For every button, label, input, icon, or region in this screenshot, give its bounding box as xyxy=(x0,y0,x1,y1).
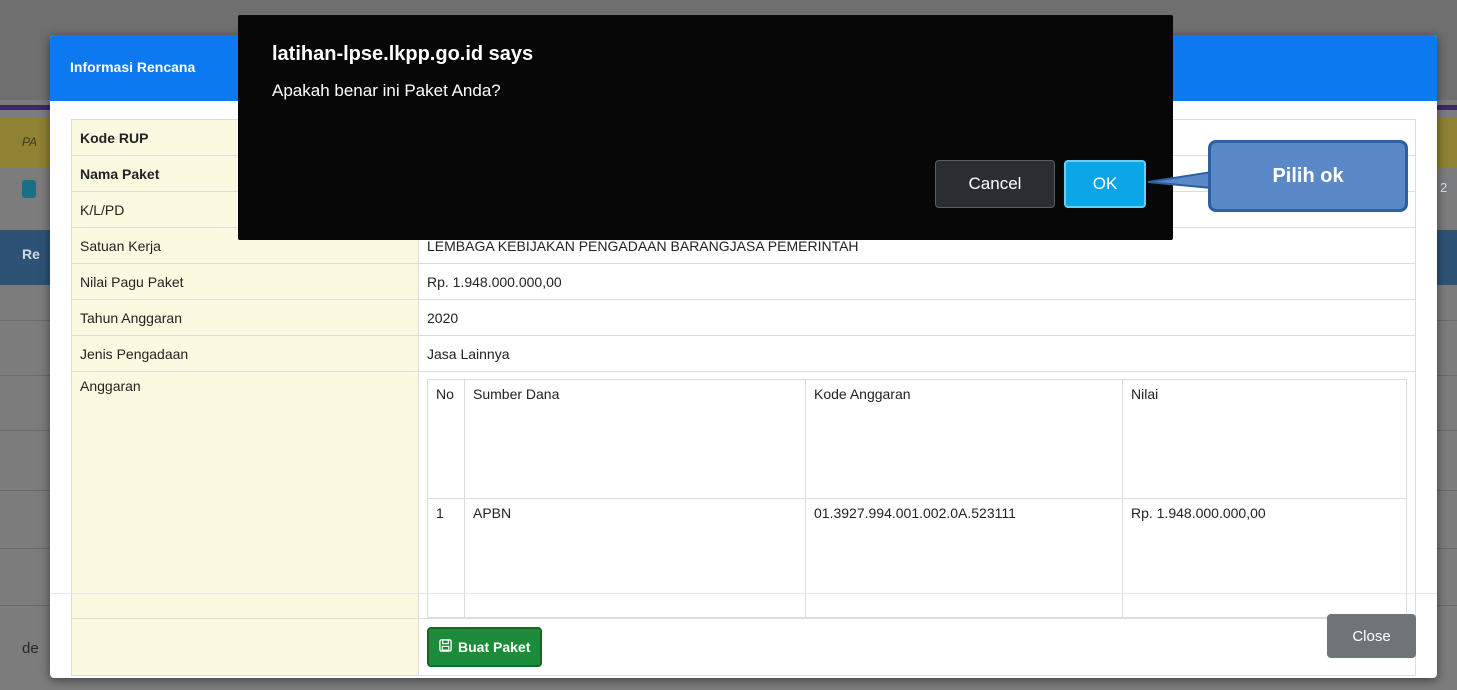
jenis-pengadaan-value: Jasa Lainnya xyxy=(418,335,1416,372)
anggaran-header-row: No Sumber Dana Kode Anggaran Nilai xyxy=(427,379,1407,499)
table-row: Anggaran No Sumber Dana Kode Anggaran Ni… xyxy=(71,371,1416,619)
buat-paket-button[interactable]: Buat Paket xyxy=(427,627,543,667)
anggaran-cell-kode-anggaran: 01.3927.994.001.002.0A.523111 xyxy=(805,498,1123,618)
jenis-pengadaan-label: Jenis Pengadaan xyxy=(71,335,419,372)
confirm-dialog: latihan-lpse.lkpp.go.id says Apakah bena… xyxy=(238,15,1173,240)
table-row: Tahun Anggaran 2020 xyxy=(71,299,1416,336)
anggaran-cell-sumber-dana: APBN xyxy=(464,498,806,618)
ok-button[interactable]: OK xyxy=(1064,160,1146,208)
background-text-fragment: PA xyxy=(22,135,38,149)
callout-box: Pilih ok xyxy=(1208,140,1408,212)
table-row: Nilai Pagu Paket Rp. 1.948.000.000,00 xyxy=(71,263,1416,300)
anggaran-label: Anggaran xyxy=(71,371,419,619)
tahun-anggaran-value: 2020 xyxy=(418,299,1416,336)
background-text-fragment: Re xyxy=(22,246,40,262)
anggaran-cell-nilai: Rp. 1.948.000.000,00 xyxy=(1122,498,1407,618)
table-row: Jenis Pengadaan Jasa Lainnya xyxy=(71,335,1416,372)
save-icon xyxy=(439,639,452,655)
column-header-nilai: Nilai xyxy=(1122,379,1407,499)
table-row: Buat Paket xyxy=(71,618,1416,676)
close-button[interactable]: Close xyxy=(1327,614,1416,658)
anggaran-table: No Sumber Dana Kode Anggaran Nilai 1 APB… xyxy=(427,379,1407,618)
empty-label-cell xyxy=(71,618,419,676)
buat-paket-label: Buat Paket xyxy=(458,639,531,655)
anggaran-cell-no: 1 xyxy=(427,498,465,618)
modal-footer-divider xyxy=(50,593,1437,594)
instruction-callout: Pilih ok xyxy=(1140,138,1420,218)
background-text-fragment: de xyxy=(22,640,39,657)
nilai-pagu-value: Rp. 1.948.000.000,00 xyxy=(418,263,1416,300)
background-text-fragment: 2 xyxy=(1440,180,1448,195)
modal-title: Informasi Rencana xyxy=(70,59,196,75)
dialog-message: Apakah benar ini Paket Anda? xyxy=(272,81,501,100)
nilai-pagu-label: Nilai Pagu Paket xyxy=(71,263,419,300)
dialog-title: latihan-lpse.lkpp.go.id says xyxy=(272,43,534,65)
background-badge xyxy=(22,180,36,198)
column-header-kode-anggaran: Kode Anggaran xyxy=(805,379,1123,499)
anggaran-data-row: 1 APBN 01.3927.994.001.002.0A.523111 Rp.… xyxy=(427,498,1407,618)
anggaran-cell: No Sumber Dana Kode Anggaran Nilai 1 APB… xyxy=(418,371,1416,619)
column-header-sumber-dana: Sumber Dana xyxy=(464,379,806,499)
cancel-button[interactable]: Cancel xyxy=(935,160,1055,208)
column-header-no: No xyxy=(427,379,465,499)
tahun-anggaran-label: Tahun Anggaran xyxy=(71,299,419,336)
button-cell: Buat Paket xyxy=(418,618,1416,676)
